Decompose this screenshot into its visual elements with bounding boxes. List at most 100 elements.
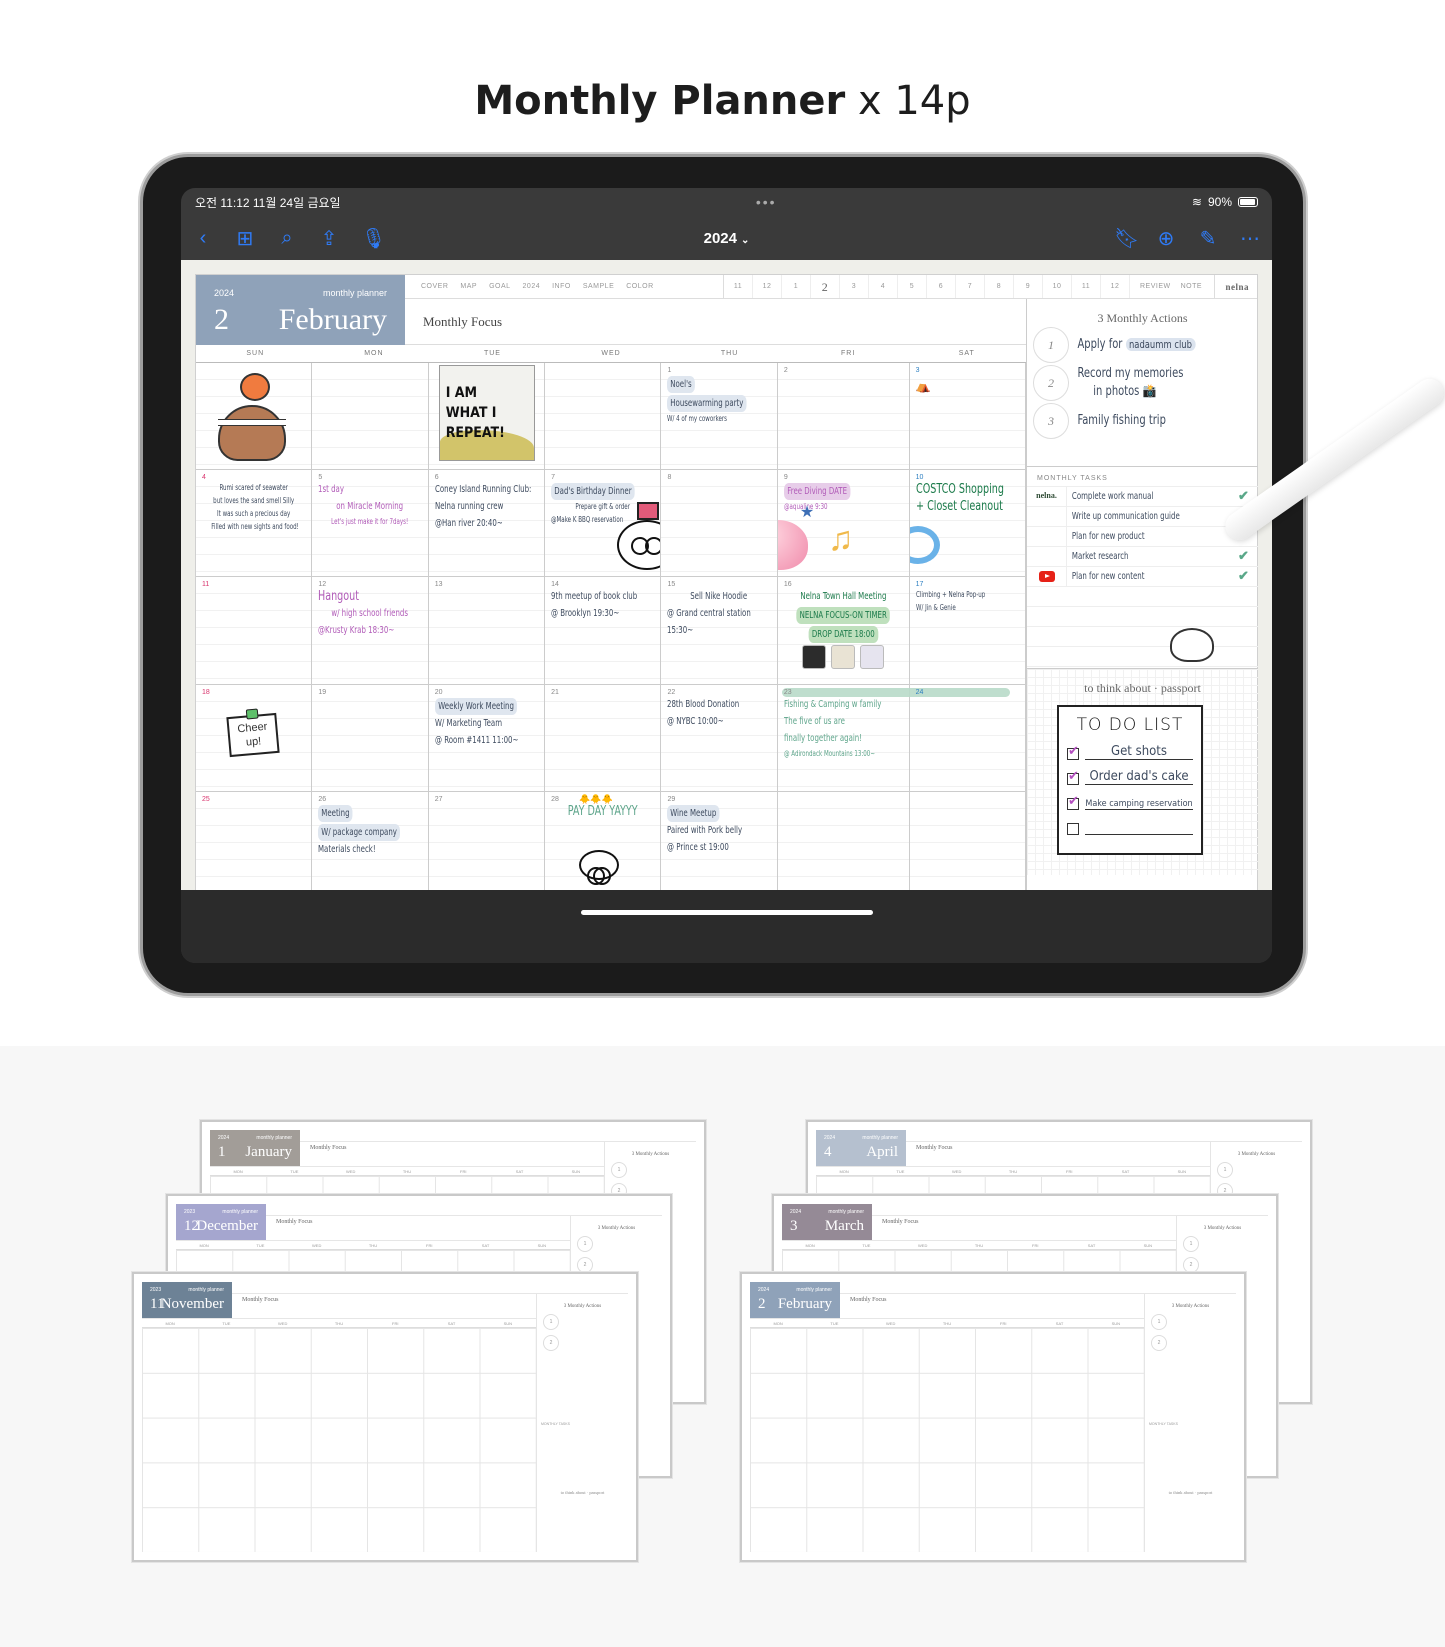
monthly-task-row[interactable]: nelna. Complete work manual ✔ (1027, 486, 1258, 506)
chevron-down-icon: ⌄ (740, 234, 750, 246)
calendar-day-cell[interactable]: 18 Cheer up! (196, 684, 313, 792)
thumbnail-weekday: SAT (481, 1243, 490, 1248)
nav-month-tab[interactable]: 10 (1043, 275, 1072, 298)
nav-month-tab[interactable]: 5 (898, 275, 927, 298)
calendar-day-cell[interactable] (196, 363, 313, 471)
calendar-day-cell[interactable]: 10 COSTCO Shopping + Closet Cleanout (909, 470, 1026, 578)
calendar-day-cell[interactable]: 19 (312, 684, 429, 792)
bookmark-icon[interactable]: 🔖︎ (1114, 226, 1139, 251)
nav-month-tab[interactable]: 9 (1014, 275, 1043, 298)
action-item[interactable]: 3 Family fishing trip (1027, 402, 1258, 440)
microphone-icon[interactable]: 🎙︎ (361, 226, 386, 251)
calendar-day-cell[interactable]: 3 ⛺ (909, 363, 1026, 471)
thumbnail-month-name: March (824, 1218, 864, 1234)
nav-month-tab[interactable]: 11 (724, 275, 753, 298)
panda-sticker (579, 849, 620, 885)
calendar-day-cell[interactable]: 22 28th Blood Donation @ NYBC 10:00~ (661, 684, 778, 792)
todo-checkbox[interactable] (1067, 743, 1079, 760)
nav-month-tab[interactable]: 2 (811, 275, 840, 298)
calendar-day-cell[interactable]: 6 Coney Island Running Club: Nelna running… (428, 470, 546, 578)
calendar-day-cell[interactable]: 5 1st day on Miracle Morning Let's just mak… (312, 470, 429, 578)
month-thumbnail-february[interactable]: 2024 monthly planner 2 February Monthly Focu… (740, 1272, 1246, 1562)
calendar-day-cell[interactable]: 21 (545, 684, 662, 792)
nav-month-tab[interactable]: 1 (782, 275, 811, 298)
nav-link-info[interactable]: INFO (552, 283, 571, 290)
monthly-task-row[interactable]: Market research ✔ (1027, 546, 1258, 566)
multitask-dots[interactable]: ••• (756, 194, 777, 210)
monthly-focus[interactable]: Monthly Focus (405, 299, 1026, 345)
add-page-icon[interactable]: ⊕ (1156, 226, 1176, 251)
check-icon[interactable]: ✔ (1238, 568, 1258, 584)
calendar-day-cell[interactable]: 29 Wine Meetup Paired with Pork belly @ Pri… (661, 791, 778, 899)
nav-month-tab[interactable]: 12 (753, 275, 782, 298)
calendar-day-cell[interactable]: 2 (777, 363, 910, 471)
calendar-day-cell[interactable]: 14 9th meetup of book club @ Brooklyn 19:3… (545, 577, 662, 685)
calendar-day-cell[interactable]: 13 (428, 577, 546, 685)
more-icon[interactable]: ⋯ (1240, 226, 1260, 251)
calendar-day-cell[interactable]: 8 (661, 470, 778, 578)
calendar-day-cell[interactable]: 20 Weekly Work Meeting W/ Marketing Team @ … (428, 684, 546, 792)
nav-month-tab[interactable]: 4 (869, 275, 898, 298)
calendar-day-cell[interactable]: 17 Climbing + Nelna Pop-up W/ Jin & Genie (909, 577, 1026, 685)
todo-checkbox[interactable] (1067, 823, 1079, 835)
calendar-day-cell[interactable] (312, 363, 429, 471)
monthly-task-row[interactable]: Plan for new content ✔ (1027, 566, 1258, 586)
nav-review[interactable]: REVIEW (1140, 275, 1171, 299)
grid-icon[interactable]: ⊞ (235, 226, 255, 251)
calendar-day-cell[interactable]: 15 Sell Nike Hoodie @ Grand central statio… (661, 577, 778, 685)
calendar-day-cell[interactable]: 23 Fishing & Camping w family The five of … (777, 684, 1010, 792)
todo-item[interactable]: Order dad's cake (1067, 760, 1193, 785)
calendar-day-cell[interactable]: 11 (196, 577, 313, 685)
search-icon[interactable]: ⌕ (277, 227, 297, 250)
nav-link-cover[interactable]: COVER (421, 283, 448, 290)
nav-link-2024[interactable]: 2024 (523, 283, 541, 290)
nav-month-tab[interactable]: 8 (985, 275, 1014, 298)
timer-thumbnail (860, 645, 885, 670)
nav-link-sample[interactable]: SAMPLE (583, 283, 614, 290)
day-number: 22 (667, 688, 676, 696)
todo-checkbox[interactable] (1067, 793, 1079, 810)
back-icon[interactable]: ‹ (193, 227, 213, 250)
calendar-day-cell[interactable]: 28 PAY DAY YAYYY 🐥🐥🐥 (545, 791, 662, 899)
nav-note[interactable]: NOTE (1181, 275, 1202, 299)
calendar-day-cell[interactable]: 4 Rumi scared of seawater but loves the sa… (196, 470, 313, 578)
home-indicator[interactable] (580, 910, 873, 915)
calendar-day-cell[interactable]: 24 (909, 684, 1026, 792)
nav-link-color[interactable]: COLOR (626, 283, 653, 290)
calendar-day-cell[interactable] (909, 791, 1026, 899)
nav-link-goal[interactable]: GOAL (489, 283, 510, 290)
monthly-task-row[interactable]: Plan for new product✔ (1027, 526, 1258, 546)
nav-month-tab[interactable]: 11 (1072, 275, 1101, 298)
nav-month-tab[interactable]: 12 (1101, 275, 1130, 298)
check-icon[interactable]: ✔ (1238, 548, 1258, 564)
todo-checkbox[interactable] (1067, 768, 1079, 785)
calendar-day-cell[interactable] (777, 791, 910, 899)
edit-icon[interactable]: ✎ (1198, 226, 1218, 251)
month-thumbnail-november[interactable]: 2023 monthly planner 11 November Monthly Foc… (132, 1272, 638, 1562)
calendar-day-cell[interactable]: 16 Nelna Town Hall Meeting NELNA FOCUS-ON … (777, 577, 910, 685)
nav-month-tab[interactable]: 3 (840, 275, 869, 298)
calendar-day-cell[interactable]: 12 Hangout w/ high school friends @Krusty K… (312, 577, 429, 685)
brand-link[interactable]: nelna (1214, 274, 1257, 299)
calendar-day-cell[interactable]: 27 (428, 791, 546, 899)
calendar-day-cell[interactable]: 7 Dad's Birthday Dinner Prepare gift & ord… (545, 470, 662, 578)
calendar-day-cell[interactable]: I AM WHAT I REPEAT! (428, 363, 546, 471)
share-icon[interactable]: ⇪ (319, 226, 339, 251)
task-text: Complete work manual (1071, 490, 1154, 502)
action-item[interactable]: 1 Apply for nadaumm club (1027, 326, 1258, 364)
calendar-day-cell[interactable]: 26 Meeting W/ package company Materials che… (312, 791, 429, 899)
monthly-task-row[interactable]: Write up communication guide✔ (1027, 506, 1258, 526)
todo-item[interactable]: Get shots (1067, 735, 1193, 760)
document-title[interactable]: 2024 ⌄ (704, 230, 750, 247)
event-text: W/ package company (318, 823, 401, 841)
action-item[interactable]: 2 Record my memories in photos 📸 (1027, 364, 1258, 402)
calendar-day-cell[interactable]: 1 Noel's Housewarming party W/ 4 of my cowo… (661, 363, 778, 471)
nav-month-tab[interactable]: 6 (927, 275, 956, 298)
todo-item[interactable]: Make camping reservation (1067, 785, 1193, 810)
nav-link-map[interactable]: MAP (460, 283, 477, 290)
calendar-day-cell[interactable] (545, 363, 662, 471)
nav-month-tab[interactable]: 7 (956, 275, 985, 298)
calendar-day-cell[interactable]: 9 Free Diving DATE @aqualine 9:30 ♫ ★ (777, 470, 910, 578)
todo-item[interactable] (1067, 810, 1193, 835)
calendar-day-cell[interactable]: 25 (196, 791, 313, 899)
